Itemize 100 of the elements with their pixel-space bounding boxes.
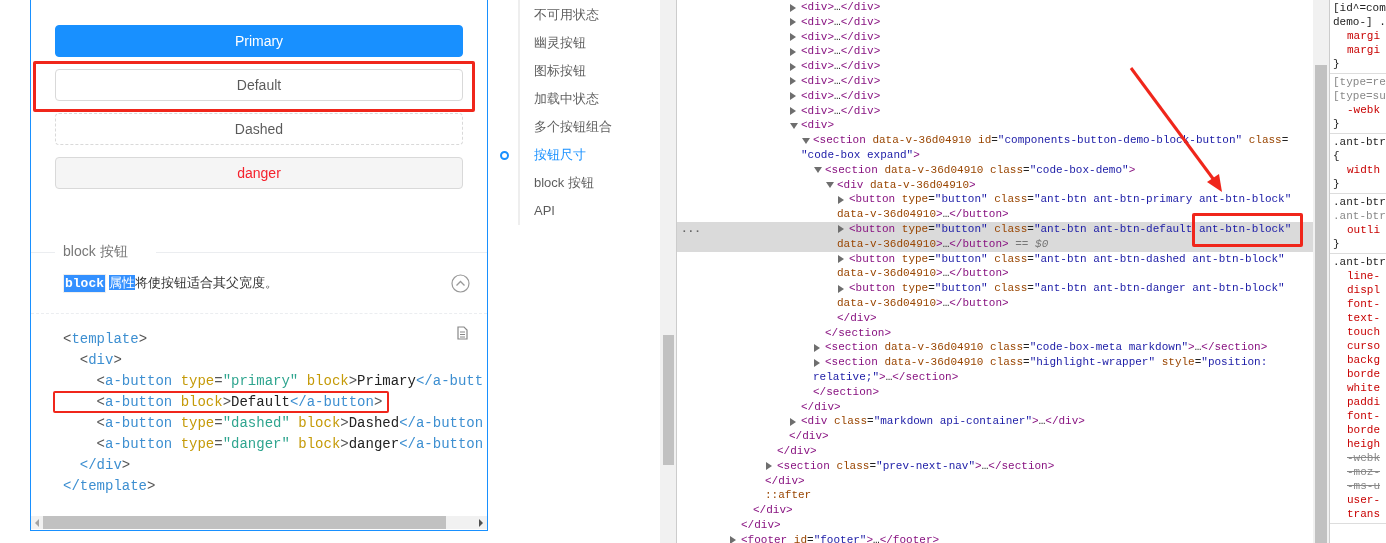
closing-tag: </section> [825, 325, 891, 341]
dom-node[interactable]: <section data-v-36d04910 class="code-box-meta markdown">…</section> [813, 340, 1268, 356]
css-selector: demo-] . [1333, 15, 1386, 29]
closing-tag: </div> [801, 399, 841, 415]
vertical-scrollbar[interactable] [1313, 0, 1329, 543]
nav-link[interactable]: 不可用状态 [520, 1, 599, 29]
css-property: borde [1346, 423, 1380, 437]
dom-node[interactable]: <div data-v-36d04910> [825, 177, 976, 193]
triangle-right-icon[interactable] [838, 225, 844, 234]
css-brace: } [1333, 57, 1340, 71]
dom-node[interactable]: <div class="markdown api-container">…</div> [789, 414, 1085, 430]
css-property: borde [1346, 367, 1380, 381]
triangle-right-icon[interactable] [730, 536, 736, 543]
css-property: margi [1346, 29, 1380, 43]
css-property: outli [1346, 223, 1380, 237]
scrollbar-thumb[interactable] [663, 335, 674, 465]
css-property: font- [1346, 297, 1380, 311]
dom-node[interactable]: <div>…</div> [789, 103, 881, 119]
nav-link[interactable]: 图标按钮 [520, 57, 586, 85]
css-selector: .ant-btr [1333, 195, 1386, 209]
dom-node[interactable]: <div>…</div> [789, 0, 881, 15]
code-line: <a-button block>Default</a-button> [95, 394, 383, 411]
triangle-down-icon[interactable] [814, 167, 822, 174]
dom-node[interactable]: <div> [789, 118, 834, 134]
vertical-scrollbar[interactable] [660, 0, 676, 543]
triangle-right-icon[interactable] [790, 33, 796, 42]
triangle-down-icon[interactable] [802, 137, 810, 144]
css-property: displ [1346, 283, 1380, 297]
css-property: -moz- [1346, 465, 1380, 479]
css-selector: [id^=com [1333, 1, 1386, 15]
css-property: paddi [1346, 395, 1380, 409]
css-selector: .ant-btr [1333, 209, 1386, 223]
triangle-right-icon[interactable] [838, 195, 844, 204]
dom-node[interactable]: <div>…</div> [789, 59, 881, 74]
triangle-right-icon[interactable] [790, 107, 796, 116]
more-dots[interactable]: ... [681, 221, 701, 237]
dom-node[interactable]: <footer id="footer">…</footer> [729, 532, 940, 543]
dom-node[interactable]: ::after [753, 488, 812, 504]
nav-link[interactable]: API [520, 197, 555, 225]
code-line: <a-button type="danger" block>danger</a-button [95, 436, 484, 453]
nav-link[interactable]: block 按钮 [520, 169, 594, 197]
triangle-right-icon[interactable] [790, 92, 796, 101]
css-selector: .ant-btr [1333, 255, 1386, 269]
triangle-right-icon[interactable] [790, 77, 796, 86]
closing-tag: </div> [837, 310, 877, 326]
triangle-right-icon[interactable] [790, 47, 796, 56]
document-icon[interactable] [457, 326, 468, 340]
css-property: white [1346, 381, 1380, 395]
dom-node[interactable]: <div>…</div> [789, 44, 881, 60]
triangle-down-icon[interactable] [826, 182, 834, 189]
nav-link[interactable]: 幽灵按钮 [520, 29, 586, 57]
closing-tag: </section> [813, 384, 879, 400]
dom-node[interactable]: <button type="button" class="ant-btn ant-btn-dashed ant-btn-block" data-v-36d04910>…</button> [837, 251, 1285, 282]
closing-tag: </div> [765, 473, 805, 489]
triangle-right-icon[interactable] [790, 18, 796, 27]
dom-node[interactable]: <section data-v-36d04910 class="highlight-wrapper" style="position: relative;">…</section> [813, 355, 1268, 385]
css-brace: } [1333, 177, 1340, 191]
dom-node[interactable]: <section data-v-36d04910 class="code-box-demo"> [813, 162, 1136, 178]
css-property: -ms-u [1346, 479, 1380, 493]
css-selector: [type=re [1333, 75, 1386, 89]
dashed-button[interactable]: Dashed [55, 113, 463, 145]
code-line: <template> [63, 331, 148, 348]
css-property: curso [1346, 339, 1380, 353]
nav-link[interactable]: 多个按钮组合 [520, 113, 612, 141]
triangle-right-icon[interactable] [766, 462, 772, 471]
dom-node[interactable]: <button type="button" class="ant-btn ant-btn-default ant-btn-block" data-v-36d04910>…</button> == $0 [837, 221, 1292, 252]
css-property: touch [1346, 325, 1380, 339]
dom-node[interactable]: <div>…</div> [789, 29, 881, 45]
code-line: <div> [78, 352, 122, 369]
dom-node[interactable]: <button type="button" class="ant-btn ant-btn-primary ant-btn-block" data-v-36d04910>…</button> [837, 192, 1292, 222]
css-selector: .ant-btr [1333, 135, 1386, 149]
dom-node[interactable]: <div>…</div> [789, 74, 881, 89]
chevron-up-circle-icon[interactable] [451, 273, 470, 293]
dom-node[interactable]: <div>…</div> [789, 14, 881, 30]
triangle-right-icon[interactable] [838, 255, 844, 264]
triangle-right-icon[interactable] [790, 62, 796, 71]
css-property: trans [1346, 507, 1380, 521]
dom-node[interactable]: <section class="prev-next-nav">…</section> [765, 458, 1055, 474]
triangle-down-icon[interactable] [790, 122, 798, 129]
danger-button[interactable]: danger [55, 157, 463, 189]
code-line: </div> [78, 457, 131, 474]
triangle-right-icon[interactable] [814, 358, 820, 367]
closing-tag: </div> [789, 429, 829, 444]
section-title: block 按钮 [62, 243, 129, 261]
css-property: width [1346, 163, 1380, 177]
triangle-right-icon[interactable] [838, 284, 844, 293]
dom-node[interactable]: <div>…</div> [789, 88, 881, 104]
default-button[interactable]: Default [55, 69, 463, 101]
dom-node[interactable]: <button type="button" class="ant-btn ant-btn-danger ant-btn-block" data-v-36d04910>…</button> [837, 281, 1285, 311]
css-property: backg [1346, 353, 1380, 367]
scrollbar-thumb[interactable] [1315, 65, 1327, 543]
triangle-right-icon[interactable] [790, 417, 796, 426]
css-property: text- [1346, 311, 1380, 325]
triangle-right-icon[interactable] [479, 518, 483, 527]
code-line: <a-button type="primary" block>Primary</a-butt [95, 373, 484, 390]
css-property: user- [1346, 493, 1380, 507]
nav-link[interactable]: 加载中状态 [520, 85, 599, 113]
css-brace: { [1333, 149, 1340, 163]
triangle-right-icon[interactable] [814, 343, 820, 352]
triangle-right-icon[interactable] [790, 3, 796, 12]
